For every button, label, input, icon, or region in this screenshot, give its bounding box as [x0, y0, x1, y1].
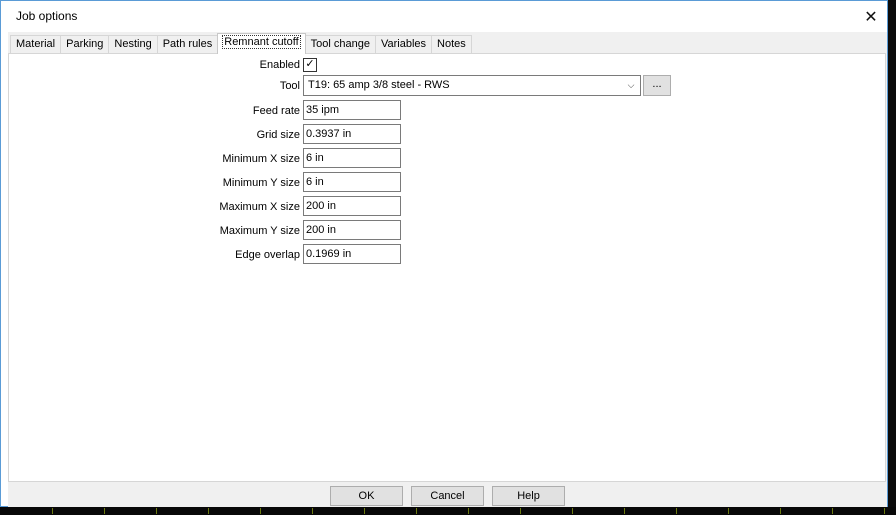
grid-size-label: Grid size: [256, 129, 300, 141]
max-y-size-label: Maximum Y size: [219, 225, 300, 237]
tool-browse-button[interactable]: ...: [643, 75, 671, 96]
canvas-grid-tick: [520, 508, 521, 514]
feed-rate-field[interactable]: 35 ipm: [303, 100, 401, 120]
dialog-body: Material Parking Nesting Path rules Remn…: [8, 32, 887, 507]
canvas-grid-tick: [676, 508, 677, 514]
cancel-button[interactable]: Cancel: [411, 486, 484, 506]
canvas-grid-tick: [104, 508, 105, 514]
max-y-size-field[interactable]: 200 in: [303, 220, 401, 240]
ok-button[interactable]: OK: [330, 486, 403, 506]
tool-label: Tool: [279, 80, 300, 92]
edge-overlap-field[interactable]: 0.1969 in: [303, 244, 401, 264]
tab-path-rules[interactable]: Path rules: [156, 35, 219, 54]
min-x-size-field[interactable]: 6 in: [303, 148, 401, 168]
tab-remnant-cutoff[interactable]: Remnant cutoff: [217, 33, 306, 54]
tab-remnant-cutoff-label: Remnant cutoff: [222, 35, 301, 49]
enabled-label: Enabled: [259, 59, 300, 71]
chevron-down-icon[interactable]: ⌵: [625, 76, 637, 95]
background-canvas-right: [888, 0, 896, 515]
min-y-size-field[interactable]: 6 in: [303, 172, 401, 192]
feed-rate-label: Feed rate: [252, 105, 300, 117]
remnant-cutoff-panel: Enabled ✓ Tool T19: 65 amp 3/8 steel - R…: [8, 53, 886, 482]
title-bar[interactable]: Job options ✕: [1, 1, 887, 32]
canvas-grid-tick: [468, 508, 469, 514]
canvas-grid-tick: [312, 508, 313, 514]
canvas-grid-tick: [208, 508, 209, 514]
tab-tool-change[interactable]: Tool change: [304, 35, 376, 54]
canvas-grid-tick: [416, 508, 417, 514]
tab-nesting[interactable]: Nesting: [108, 35, 158, 54]
tab-parking[interactable]: Parking: [60, 35, 110, 54]
canvas-grid-tick: [780, 508, 781, 514]
canvas-grid-tick: [156, 508, 157, 514]
canvas-grid-tick: [624, 508, 625, 514]
canvas-grid-tick: [728, 508, 729, 514]
edge-overlap-label: Edge overlap: [235, 249, 300, 261]
tab-variables[interactable]: Variables: [374, 35, 433, 54]
help-button[interactable]: Help: [492, 486, 565, 506]
job-options-dialog: Job options ✕ Material Parking Nesting P…: [0, 0, 888, 507]
tab-material[interactable]: Material: [10, 35, 62, 54]
canvas-grid-tick: [260, 508, 261, 514]
tool-select-value: T19: 65 amp 3/8 steel - RWS: [308, 79, 450, 91]
close-icon[interactable]: ✕: [855, 1, 887, 32]
tab-notes[interactable]: Notes: [431, 35, 472, 54]
min-x-size-label: Minimum X size: [222, 153, 300, 165]
window-title: Job options: [16, 9, 78, 23]
max-x-size-label: Maximum X size: [219, 201, 300, 213]
canvas-grid-tick: [364, 508, 365, 514]
canvas-grid-tick: [884, 508, 885, 514]
canvas-grid-tick: [572, 508, 573, 514]
background-canvas-bottom: [0, 507, 896, 515]
max-x-size-field[interactable]: 200 in: [303, 196, 401, 216]
tab-strip: Material Parking Nesting Path rules Remn…: [10, 33, 472, 54]
canvas-grid-tick: [832, 508, 833, 514]
canvas-grid-tick: [52, 508, 53, 514]
min-y-size-label: Minimum Y size: [222, 177, 300, 189]
tool-select[interactable]: T19: 65 amp 3/8 steel - RWS ⌵: [303, 75, 641, 96]
grid-size-field[interactable]: 0.3937 in: [303, 124, 401, 144]
enabled-checkbox[interactable]: ✓: [303, 58, 317, 72]
